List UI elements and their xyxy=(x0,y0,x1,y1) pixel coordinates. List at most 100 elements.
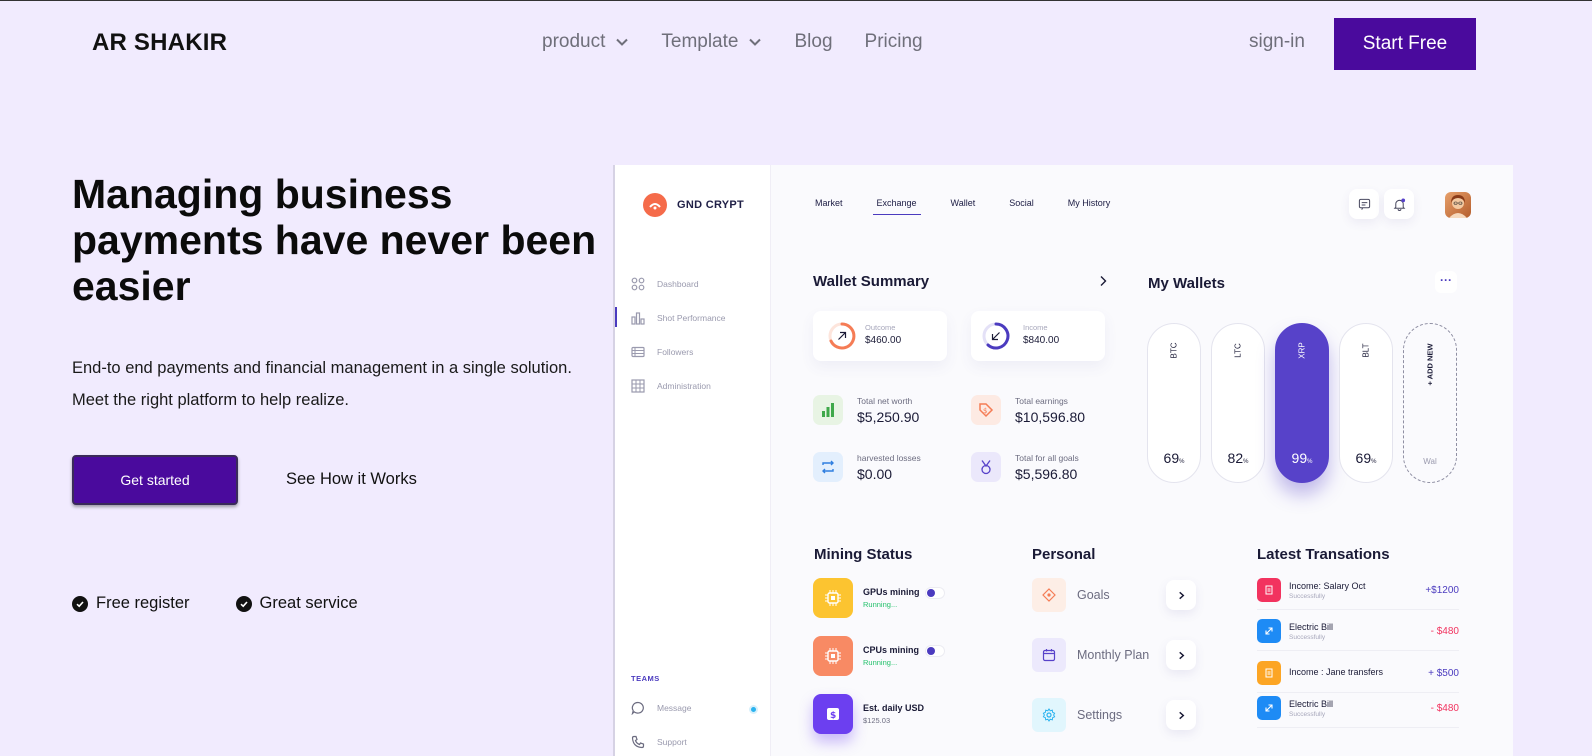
personal-title: Personal xyxy=(1032,546,1096,563)
dollar-card-icon: $ xyxy=(813,694,853,734)
wallet-card-xrp[interactable]: XRP 99% xyxy=(1275,323,1329,483)
transfer-icon xyxy=(1257,661,1281,685)
outcome-value: $460.00 xyxy=(865,335,902,346)
svg-text:$: $ xyxy=(983,407,987,415)
income-value: $840.00 xyxy=(1023,335,1060,346)
personal-item-monthly-plan[interactable]: Monthly Plan xyxy=(1032,638,1196,672)
nav-item-blog[interactable]: Blog xyxy=(794,31,832,53)
notifications-button[interactable] xyxy=(1384,189,1414,219)
get-started-button[interactable]: Get started xyxy=(72,455,238,505)
personal-item-settings[interactable]: Settings xyxy=(1032,698,1196,732)
sidebar-item-shot-performance[interactable]: Shot Performance xyxy=(631,311,726,325)
tab-social[interactable]: Social xyxy=(1009,198,1034,215)
signin-link[interactable]: sign-in xyxy=(1249,31,1305,53)
transaction-row[interactable]: Income : Jane transfers + $500 xyxy=(1257,661,1459,693)
chevron-right-icon[interactable] xyxy=(1166,700,1196,730)
user-avatar[interactable] xyxy=(1445,192,1471,218)
more-options-button[interactable]: ··· xyxy=(1435,271,1457,293)
nav-item-pricing[interactable]: Pricing xyxy=(865,31,923,53)
transaction-status: Successfully xyxy=(1289,633,1326,641)
hero-subtitle-line: Meet the right platform to help realize. xyxy=(72,391,349,409)
wallet-percent: 82% xyxy=(1227,450,1249,466)
personal-item-goals[interactable]: Goals xyxy=(1032,578,1196,612)
wallet-card-ltc[interactable]: LTC 82% xyxy=(1211,323,1265,483)
mining-status: Running... xyxy=(863,658,898,667)
repeat-icon xyxy=(813,452,843,482)
message-notification-dot xyxy=(749,705,758,714)
wallet-name: BLT xyxy=(1361,343,1371,358)
chip-icon xyxy=(813,636,853,676)
nav-item-label: product xyxy=(542,31,606,52)
nav-item-label: Template xyxy=(661,31,739,52)
income-card: Income $840.00 xyxy=(971,311,1105,361)
chevron-right-icon[interactable] xyxy=(1166,580,1196,610)
wallet-card-blt[interactable]: BLT 69% xyxy=(1339,323,1393,483)
add-new-wallet-button[interactable]: + ADD NEW Wal xyxy=(1403,323,1457,483)
sidebar-item-label: Shot Performance xyxy=(657,313,726,323)
sidebar-item-label: Followers xyxy=(657,347,694,357)
chevron-down-icon xyxy=(616,38,629,46)
transaction-status: Successfully xyxy=(1289,710,1326,718)
sidebar-item-administration[interactable]: Administration xyxy=(631,379,711,393)
chevron-right-icon[interactable] xyxy=(1166,640,1196,670)
chat-bubble-icon xyxy=(631,701,644,715)
gpu-mining-toggle[interactable] xyxy=(925,587,945,599)
chip-icon xyxy=(813,578,853,618)
nav-item-product[interactable]: product xyxy=(542,31,629,53)
chevron-down-icon xyxy=(749,38,762,46)
start-free-button[interactable]: Start Free xyxy=(1334,18,1476,70)
bell-icon xyxy=(1393,197,1405,211)
feature-checks: Free register Great service xyxy=(72,594,358,613)
nav-item-template[interactable]: Template xyxy=(661,31,762,53)
sidebar-item-followers[interactable]: Followers xyxy=(631,345,693,359)
chevron-right-icon[interactable] xyxy=(1097,275,1109,287)
outcome-card: Outcome $460.00 xyxy=(813,311,947,361)
tab-exchange[interactable]: Exchange xyxy=(872,198,921,215)
tab-wallet[interactable]: Wallet xyxy=(951,198,976,215)
sidebar-item-dashboard[interactable]: Dashboard xyxy=(631,277,699,291)
mining-value: $125.03 xyxy=(863,716,891,725)
transaction-row[interactable]: Electric Bill Successfully - $480 xyxy=(1257,619,1459,651)
mining-status: Running... xyxy=(863,600,898,609)
transaction-row[interactable]: Electric Bill Successfully - $480 xyxy=(1257,696,1459,728)
tab-my-history[interactable]: My History xyxy=(1068,198,1111,215)
cpu-mining-toggle[interactable] xyxy=(925,645,945,657)
transaction-name: Income : Jane transfers xyxy=(1289,667,1384,677)
wallet-name: BTC xyxy=(1169,342,1179,359)
stat-value: $5,596.80 xyxy=(1015,465,1078,482)
wallet-name: LTC xyxy=(1233,343,1243,358)
electric-icon xyxy=(1257,619,1281,643)
messages-button[interactable] xyxy=(1349,189,1379,219)
see-how-it-works-link[interactable]: See How it Works xyxy=(286,470,417,489)
electric-icon xyxy=(1257,696,1281,720)
tag-icon: $ xyxy=(971,395,1001,425)
brand-name: GND CRYPT xyxy=(677,199,745,211)
stat-total-net-worth: Total net worth $5,250.90 xyxy=(813,395,919,425)
transaction-row[interactable]: Income: Salary Oct Successfully +$1200 xyxy=(1257,578,1459,610)
sidebar-item-message[interactable]: Message xyxy=(631,701,692,715)
mining-row-daily: $ Est. daily USD $125.03 xyxy=(813,694,924,734)
stat-value: $0.00 xyxy=(857,465,893,482)
sidebar-item-support[interactable]: Support xyxy=(631,735,687,749)
hero-subtitle-line: End-to end payments and financial manage… xyxy=(72,359,572,377)
dashboard-tabs: Market Exchange Wallet Social My History xyxy=(815,198,1144,215)
transaction-amount: - $480 xyxy=(1430,625,1459,637)
add-new-label: + ADD NEW xyxy=(1425,343,1435,386)
stat-label: Total earnings xyxy=(1015,395,1068,406)
personal-item-label: Settings xyxy=(1077,708,1123,722)
bar-chart-icon xyxy=(631,312,645,325)
list-icon xyxy=(631,346,645,358)
sidebar-item-label: Dashboard xyxy=(657,279,699,289)
transaction-name: Income: Salary Oct xyxy=(1289,580,1366,591)
site-logo[interactable]: AR SHAKIR xyxy=(92,29,227,57)
nav-links: product Template Blog Pricing xyxy=(542,31,955,53)
dashboard-brand: GND CRYPT xyxy=(643,193,744,217)
wallet-card-btc[interactable]: BTC 69% xyxy=(1147,323,1201,483)
wallet-percent: 99% xyxy=(1291,450,1313,466)
sidebar-item-label: Support xyxy=(657,737,687,747)
transaction-amount: + $500 xyxy=(1428,667,1459,679)
add-new-sub: Wal xyxy=(1423,457,1437,466)
hero-subtitle: End-to end payments and financial manage… xyxy=(72,352,592,416)
tab-market[interactable]: Market xyxy=(815,198,843,215)
wallet-percent: 69% xyxy=(1355,450,1377,466)
